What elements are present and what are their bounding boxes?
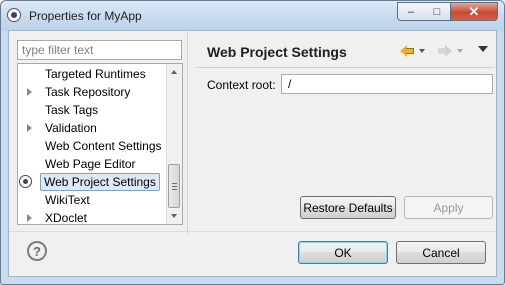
back-dropdown-icon[interactable] bbox=[419, 49, 425, 53]
tree-item-label: Web Project Settings bbox=[40, 173, 160, 191]
grip-line bbox=[172, 189, 177, 190]
tree-item-label: Task Repository bbox=[45, 85, 131, 99]
maximize-button[interactable]: □ bbox=[424, 2, 451, 21]
tree-item[interactable]: Web Project Settings bbox=[18, 173, 168, 191]
tree-item[interactable]: WikiText bbox=[18, 191, 168, 209]
forward-dropdown-icon[interactable] bbox=[457, 49, 463, 53]
close-button[interactable]: ✕ bbox=[450, 2, 498, 21]
tree-item-label: Web Content Settings bbox=[45, 139, 162, 153]
page-title: Web Project Settings bbox=[207, 44, 347, 60]
tree-item[interactable]: Task Repository bbox=[18, 83, 168, 101]
tree-item-label: WikiText bbox=[45, 193, 90, 207]
context-root-input[interactable] bbox=[281, 74, 493, 94]
help-icon[interactable]: ? bbox=[27, 241, 47, 261]
expand-arrow-icon[interactable] bbox=[27, 124, 32, 132]
back-button[interactable] bbox=[400, 43, 425, 59]
tree-item[interactable]: Validation bbox=[18, 119, 168, 137]
minimize-button[interactable]: – bbox=[397, 2, 425, 21]
title-bar[interactable]: Properties for MyApp – □ ✕ bbox=[1, 1, 504, 31]
restore-defaults-button[interactable]: Restore Defaults bbox=[300, 196, 396, 219]
cancel-button[interactable]: Cancel bbox=[396, 241, 486, 264]
expand-arrow-icon[interactable] bbox=[27, 214, 32, 222]
grip-line bbox=[172, 186, 177, 187]
apply-button[interactable]: Apply bbox=[404, 196, 493, 219]
tree-scrollbar[interactable] bbox=[166, 64, 182, 224]
scroll-thumb[interactable] bbox=[168, 164, 180, 208]
scroll-up-icon[interactable] bbox=[171, 70, 177, 74]
app-icon bbox=[7, 8, 21, 22]
view-menu-icon[interactable] bbox=[478, 46, 488, 52]
title-separator bbox=[197, 67, 495, 68]
scroll-down-icon[interactable] bbox=[171, 214, 177, 218]
expand-arrow-icon[interactable] bbox=[27, 88, 32, 96]
context-root-label: Context root: bbox=[207, 78, 276, 92]
project-icon bbox=[19, 175, 32, 188]
filter-input[interactable] bbox=[17, 40, 182, 60]
ok-button[interactable]: OK bbox=[298, 241, 388, 264]
tree-item-label: Task Tags bbox=[45, 103, 99, 117]
splitter[interactable] bbox=[187, 31, 188, 234]
tree-item[interactable]: Targeted Runtimes bbox=[18, 65, 168, 83]
forward-arrow-icon bbox=[438, 45, 452, 57]
properties-dialog: Properties for MyApp – □ ✕ Targeted Runt… bbox=[0, 0, 505, 285]
tree-item[interactable]: XDoclet bbox=[18, 209, 168, 225]
tree-item[interactable]: Web Content Settings bbox=[18, 137, 168, 155]
tree-item-label: Web Page Editor bbox=[45, 157, 136, 171]
window-title: Properties for MyApp bbox=[29, 9, 142, 23]
back-arrow-icon bbox=[400, 45, 414, 57]
tree-item-label: Targeted Runtimes bbox=[45, 67, 146, 81]
tree-item-label: XDoclet bbox=[45, 211, 88, 225]
button-bar-separator bbox=[9, 231, 496, 232]
forward-button[interactable] bbox=[438, 43, 463, 59]
dialog-client-area: Targeted Runtimes Task Repository Task Tag… bbox=[8, 30, 497, 277]
grip-line bbox=[172, 183, 177, 184]
tree-item-label: Validation bbox=[45, 121, 97, 135]
property-tree: Targeted Runtimes Task Repository Task Tag… bbox=[17, 63, 183, 225]
tree-item[interactable]: Web Page Editor bbox=[18, 155, 168, 173]
tree-item[interactable]: Task Tags bbox=[18, 101, 168, 119]
